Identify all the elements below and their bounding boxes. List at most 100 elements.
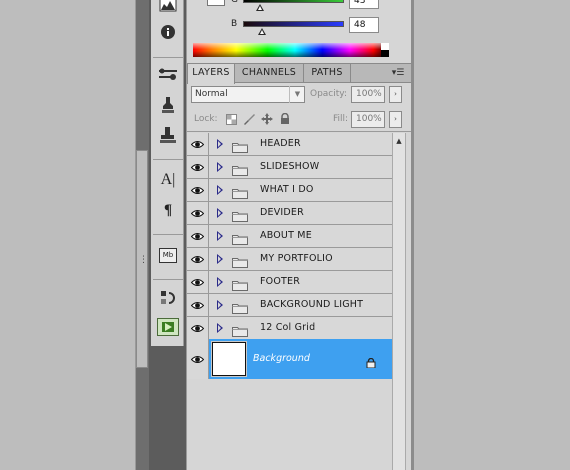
character-icon[interactable]: A| [155,169,181,191]
layer-name[interactable]: ABOUT ME [260,225,312,247]
opacity-field[interactable]: 100% [351,86,385,103]
folder-icon [232,207,248,222]
expand-triangle-icon[interactable] [217,277,223,287]
blue-channel-label: B [231,19,238,29]
visibility-eye-icon[interactable] [187,179,209,201]
green-channel-label: G [231,0,238,5]
actions-play-icon[interactable] [155,316,181,338]
info-icon[interactable] [155,21,181,43]
fill-label: Fill: [333,114,349,124]
layer-row[interactable]: BACKGROUND LIGHT [187,294,392,317]
visibility-eye-icon[interactable] [187,271,209,293]
folder-icon [232,299,248,314]
visibility-eye-icon[interactable] [187,225,209,247]
resize-grip-icon[interactable]: ⋮ [139,255,148,265]
chevron-down-icon[interactable]: ▼ [289,86,305,103]
blend-mode-select[interactable]: Normal [191,86,305,103]
fill-slider-button[interactable]: › [389,111,402,128]
layer-row[interactable]: SLIDESHOW [187,156,392,179]
mini-bridge-icon[interactable]: Mb [155,244,181,266]
layer-row[interactable]: ABOUT ME [187,225,392,248]
layer-row-background[interactable]: Background [187,339,392,379]
visibility-eye-icon[interactable] [187,248,209,270]
layer-thumbnail [211,341,247,377]
lock-all-icon[interactable] [279,113,291,125]
histogram-icon[interactable] [155,0,181,16]
tab-layers[interactable]: LAYERS [187,64,235,84]
layer-name[interactable]: WHAT I DO [260,179,314,201]
paragraph-icon[interactable]: ¶ [155,199,181,221]
expand-triangle-icon[interactable] [217,300,223,310]
lock-transparent-icon[interactable] [225,113,237,125]
layer-name[interactable]: FOOTER [260,271,300,293]
layer-name[interactable]: SLIDESHOW [260,156,319,178]
scroll-up-arrow-icon[interactable]: ▲ [393,135,405,147]
layer-name[interactable]: HEADER [260,133,301,155]
layer-row[interactable]: MY PORTFOLIO [187,248,392,271]
visibility-eye-icon[interactable] [187,202,209,224]
expand-triangle-icon[interactable] [217,208,223,218]
mini-bridge-glyph: Mb [159,247,177,263]
layer-name[interactable]: MY PORTFOLIO [260,248,333,270]
green-value-field[interactable]: 43 [349,0,379,9]
expand-triangle-icon[interactable] [217,231,223,241]
expand-triangle-icon[interactable] [217,185,223,195]
layer-row[interactable]: 12 Col Grid [187,317,392,340]
history-icon[interactable] [155,287,181,309]
panel-dock-edge [411,0,414,470]
tool-divider [153,234,183,235]
blue-slider-thumb[interactable] [258,28,266,35]
fill-field[interactable]: 100% [351,111,385,128]
folder-icon [232,138,248,153]
tool-divider [153,57,183,58]
tab-paths[interactable]: PATHS [304,64,351,83]
expand-triangle-icon[interactable] [217,323,223,333]
color-spectrum-shading [193,43,389,57]
folder-icon [232,322,248,337]
lock-label: Lock: [194,114,218,124]
green-slider-track[interactable] [243,0,344,3]
visibility-eye-icon[interactable] [187,317,209,339]
layer-row[interactable]: WHAT I DO [187,179,392,202]
background-color-swatch[interactable] [207,0,225,6]
folder-icon [232,184,248,199]
visibility-eye-icon[interactable] [187,156,209,178]
layer-name[interactable]: DEVIDER [260,202,304,224]
visibility-eye-icon[interactable] [187,339,209,379]
tool-divider [153,159,183,160]
lock-image-icon[interactable] [243,113,255,125]
folder-icon [232,253,248,268]
expand-triangle-icon[interactable] [217,254,223,264]
character-glyph: A| [160,171,176,188]
folder-icon [232,230,248,245]
opacity-slider-button[interactable]: › [389,86,402,103]
expand-triangle-icon[interactable] [217,139,223,149]
folder-icon [232,276,248,291]
layer-name[interactable]: Background [253,339,310,379]
panel-divider [187,131,411,132]
layer-name[interactable]: BACKGROUND LIGHT [260,294,363,316]
brush-presets-icon[interactable] [155,64,181,86]
folder-icon [232,161,248,176]
layers-scrollbar[interactable] [392,133,406,470]
blue-slider-track[interactable] [243,21,344,27]
green-slider-thumb[interactable] [256,4,264,11]
lock-position-icon[interactable] [261,113,273,125]
tab-channels[interactable]: CHANNELS [235,64,304,83]
visibility-eye-icon[interactable] [187,133,209,155]
blue-value-field[interactable]: 48 [349,17,379,33]
expand-triangle-icon[interactable] [217,162,223,172]
black-white-swatch[interactable] [381,43,389,57]
layer-row[interactable]: FOOTER [187,271,392,294]
layer-row[interactable]: DEVIDER [187,202,392,225]
panel-menu-icon[interactable]: ▾☰ [389,66,407,80]
paragraph-glyph: ¶ [163,201,173,218]
layer-row[interactable]: HEADER [187,133,392,156]
clone-source-icon[interactable] [155,94,181,116]
layer-name[interactable]: 12 Col Grid [260,317,315,339]
tool-presets-icon[interactable] [155,124,181,146]
opacity-label: Opacity: [310,89,347,99]
tool-divider [153,279,183,280]
layer-lock-icon [366,353,376,369]
visibility-eye-icon[interactable] [187,294,209,316]
